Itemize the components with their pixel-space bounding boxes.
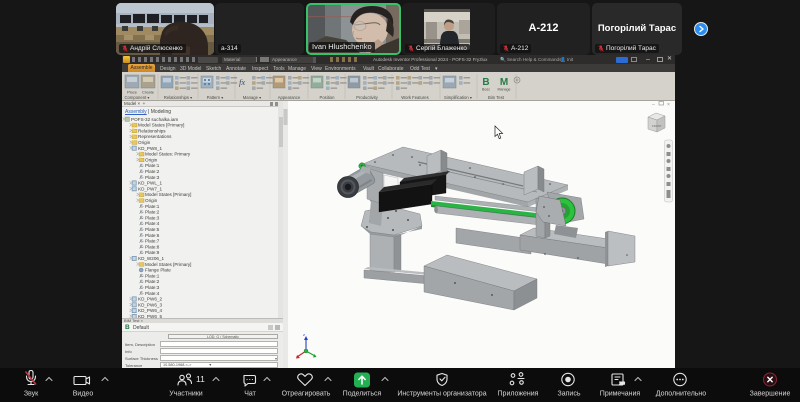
svg-text:M: M <box>500 77 508 88</box>
svg-text:Plate:5: Plate:5 <box>145 227 160 232</box>
svg-text:KD_W206_1: KD_W206_1 <box>138 256 164 261</box>
svg-text:Видео: Видео <box>73 391 94 398</box>
svg-text:Plate:1: Plate:1 <box>145 163 160 168</box>
svg-text:B: B <box>482 77 489 88</box>
svg-text:KD_PW7_1: KD_PW7_1 <box>138 186 162 191</box>
svg-text:Plate:1: Plate:1 <box>145 204 160 209</box>
svg-text:Model States [Primary]: Model States [Primary] <box>145 192 191 197</box>
svg-text:Position: Position <box>320 95 336 100</box>
svg-text:Origin: Origin <box>145 157 158 162</box>
svg-text:Model States [Primary]: Model States [Primary] <box>145 262 191 267</box>
svg-text:Plate:1: Plate:1 <box>145 273 160 278</box>
svg-text:Representations: Representations <box>138 134 172 139</box>
svg-text:Plate:9: Plate:9 <box>145 250 160 255</box>
svg-text:Model States: Primary: Model States: Primary <box>145 152 191 157</box>
svg-text:Отреагировать: Отреагировать <box>282 391 331 398</box>
svg-text:Work Features: Work Features <box>401 95 428 100</box>
svg-text:KD_PW8_1: KD_PW8_1 <box>138 146 162 151</box>
svg-text:Plate:4: Plate:4 <box>145 291 160 296</box>
svg-text:Приложения: Приложения <box>498 391 539 398</box>
svg-text:Flange Plate: Flange Plate <box>145 268 171 273</box>
svg-text:Plate:2: Plate:2 <box>145 169 160 174</box>
svg-text:Relationships ▾: Relationships ▾ <box>164 95 192 100</box>
svg-text:Create: Create <box>142 90 155 95</box>
svg-text:Model States [Primary]: Model States [Primary] <box>138 123 184 128</box>
svg-text:–: – <box>652 102 655 108</box>
svg-text:×: × <box>667 102 670 108</box>
svg-text:Relationships: Relationships <box>138 128 166 133</box>
svg-text:Поделиться: Поделиться <box>343 391 382 398</box>
svg-text:Дополнительно: Дополнительно <box>656 391 706 398</box>
svg-text:Plate:8: Plate:8 <box>145 244 160 249</box>
svg-text:Plate:6: Plate:6 <box>145 233 160 238</box>
svg-text:Запись: Запись <box>558 391 581 398</box>
svg-text:Звук: Звук <box>24 391 39 398</box>
svg-text:Plate:3: Plate:3 <box>145 285 160 290</box>
svg-text:Manage ▾: Manage ▾ <box>243 95 261 100</box>
svg-text:Origin: Origin <box>138 140 151 145</box>
svg-text:POFS-32 suchalka.iam: POFS-32 suchalka.iam <box>131 117 178 122</box>
svg-text:Bim Test: Bim Test <box>488 95 505 100</box>
svg-text:fx: fx <box>239 77 245 87</box>
svg-text:Примечания: Примечания <box>600 391 641 398</box>
svg-text:Productivity: Productivity <box>356 95 379 100</box>
svg-text:Appearance: Appearance <box>278 95 301 100</box>
svg-text:KD_PW6_2: KD_PW6_2 <box>138 297 162 302</box>
svg-text:Plate:4: Plate:4 <box>145 221 160 226</box>
svg-text:Origin: Origin <box>145 198 158 203</box>
svg-text:Bosc: Bosc <box>482 88 490 92</box>
svg-text:Завершение: Завершение <box>750 391 791 398</box>
svg-text:KD_PWL_1: KD_PWL_1 <box>138 181 162 186</box>
svg-text:Simplification ▾: Simplification ▾ <box>444 95 472 100</box>
svg-text:Plate:2: Plate:2 <box>145 279 160 284</box>
svg-text:Участники: Участники <box>169 391 203 398</box>
svg-text:11: 11 <box>196 374 205 384</box>
svg-text:z: z <box>303 332 305 337</box>
svg-text:KD_PW6_4: KD_PW6_4 <box>138 308 162 313</box>
svg-text:Plate:3: Plate:3 <box>145 175 160 180</box>
svg-text:Pattern ▾: Pattern ▾ <box>207 95 224 100</box>
svg-text:FRONT: FRONT <box>652 124 662 128</box>
svg-text:Manage: Manage <box>498 88 511 92</box>
svg-text:Plate:3: Plate:3 <box>145 215 160 220</box>
svg-text:KD_PW6_3: KD_PW6_3 <box>138 302 162 307</box>
svg-text:Чат: Чат <box>244 391 256 398</box>
svg-text:Plate:7: Plate:7 <box>145 239 160 244</box>
svg-text:Component ▾: Component ▾ <box>125 95 150 100</box>
svg-text:Инструменты организатора: Инструменты организатора <box>397 391 486 398</box>
svg-text:Plate:2: Plate:2 <box>145 210 160 215</box>
svg-text:Place: Place <box>127 90 138 95</box>
